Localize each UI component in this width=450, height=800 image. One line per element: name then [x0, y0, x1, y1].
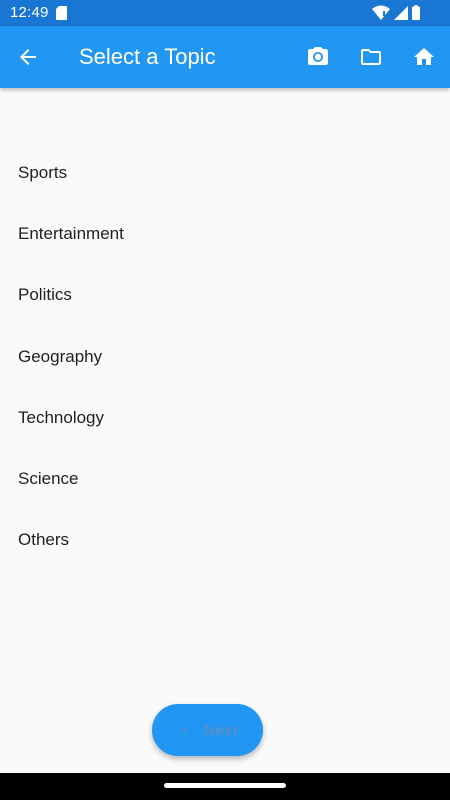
- topic-item-others[interactable]: Others: [0, 510, 450, 571]
- next-button[interactable]: Next: [152, 704, 263, 756]
- topic-item-geography[interactable]: Geography: [0, 326, 450, 387]
- topic-item-politics[interactable]: Politics: [0, 265, 450, 326]
- topic-item-entertainment[interactable]: Entertainment: [0, 203, 450, 264]
- page-title: Select a Topic: [79, 44, 216, 69]
- home-gesture-pill[interactable]: [164, 783, 286, 788]
- navigation-bar: [0, 773, 450, 800]
- signal-icon: [394, 5, 408, 20]
- wifi-icon: [372, 5, 390, 20]
- topic-item-sports[interactable]: Sports: [0, 142, 450, 203]
- folder-icon[interactable]: [359, 45, 383, 69]
- topic-item-technology[interactable]: Technology: [0, 387, 450, 448]
- app-bar: Select a Topic: [0, 26, 450, 88]
- status-time: 12:49: [10, 4, 49, 21]
- back-arrow-icon[interactable]: [16, 45, 40, 69]
- chevron-right-icon: [182, 726, 187, 734]
- next-button-label: Next: [204, 722, 239, 738]
- status-icons: [372, 5, 420, 20]
- topic-list: Sports Entertainment Politics Geography …: [0, 142, 450, 571]
- home-icon[interactable]: [412, 45, 436, 69]
- status-bar: 12:49: [0, 0, 450, 26]
- topic-item-science[interactable]: Science: [0, 448, 450, 509]
- sd-card-icon: [56, 6, 67, 20]
- battery-icon: [412, 5, 420, 20]
- camera-icon[interactable]: [306, 45, 330, 69]
